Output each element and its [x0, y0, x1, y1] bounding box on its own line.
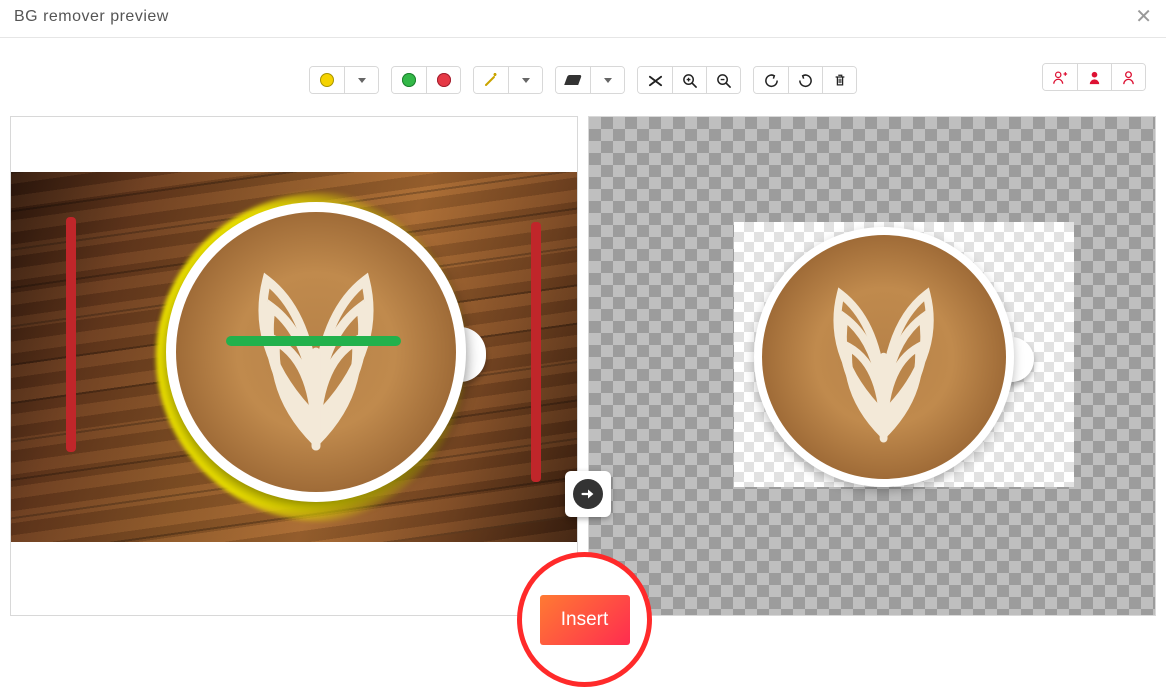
- source-panel[interactable]: [10, 116, 578, 616]
- window-title: BG remover preview: [14, 8, 169, 26]
- result-panel[interactable]: [588, 116, 1156, 616]
- red-dot-icon: [437, 73, 451, 87]
- zoom-in-button[interactable]: [672, 67, 706, 93]
- chevron-down-icon: [604, 78, 612, 83]
- toolbar-area: [0, 38, 1166, 116]
- add-person-icon: [1052, 70, 1068, 85]
- swap-panels-button[interactable]: [565, 471, 611, 517]
- titlebar: BG remover preview ✕: [0, 0, 1166, 38]
- magic-wand-button[interactable]: [474, 67, 508, 93]
- editor-area: [0, 116, 1166, 616]
- undo-icon: [764, 73, 779, 88]
- eraser-icon: [564, 75, 582, 85]
- source-image: [11, 172, 577, 542]
- person-outline-button[interactable]: [1111, 64, 1145, 90]
- history-group: [753, 66, 857, 94]
- zoom-in-icon: [682, 73, 697, 88]
- wand-group: [473, 66, 543, 94]
- eraser-dropdown[interactable]: [590, 67, 624, 93]
- remove-stroke-left: [66, 217, 76, 452]
- yellow-dot-icon: [320, 73, 334, 87]
- person-fill-button[interactable]: [1077, 64, 1111, 90]
- marker-yellow-button[interactable]: [310, 67, 344, 93]
- marker-tool-group: [309, 66, 379, 94]
- wand-dropdown[interactable]: [508, 67, 542, 93]
- eraser-button[interactable]: [556, 67, 590, 93]
- marker-dropdown[interactable]: [344, 67, 378, 93]
- toolbar: [309, 66, 857, 94]
- trash-button[interactable]: [822, 67, 856, 93]
- green-dot-icon: [402, 73, 416, 87]
- shuffle-icon: [648, 73, 663, 88]
- close-icon[interactable]: ✕: [1135, 7, 1152, 27]
- view-group: [637, 66, 741, 94]
- chevron-down-icon: [358, 78, 366, 83]
- trash-icon: [833, 73, 847, 88]
- remove-red-button[interactable]: [426, 67, 460, 93]
- shuffle-button[interactable]: [638, 67, 672, 93]
- keep-remove-group: [391, 66, 461, 94]
- magic-wand-icon: [483, 72, 499, 88]
- redo-button[interactable]: [788, 67, 822, 93]
- person-outline-icon: [1121, 70, 1136, 85]
- remove-stroke-right: [531, 222, 541, 482]
- zoom-out-icon: [716, 73, 731, 88]
- person-icon: [1087, 70, 1102, 85]
- chevron-down-icon: [522, 78, 530, 83]
- eraser-group: [555, 66, 625, 94]
- keep-stroke: [226, 336, 401, 346]
- people-tools: [1042, 63, 1146, 91]
- keep-green-button[interactable]: [392, 67, 426, 93]
- redo-icon: [798, 73, 813, 88]
- result-image: [754, 227, 1014, 487]
- people-tools-group: [1042, 63, 1146, 91]
- insert-button[interactable]: Insert: [540, 595, 630, 645]
- add-person-button[interactable]: [1043, 64, 1077, 90]
- insert-highlight: Insert: [517, 552, 652, 687]
- arrow-right-circle-icon: [579, 485, 597, 503]
- undo-button[interactable]: [754, 67, 788, 93]
- zoom-out-button[interactable]: [706, 67, 740, 93]
